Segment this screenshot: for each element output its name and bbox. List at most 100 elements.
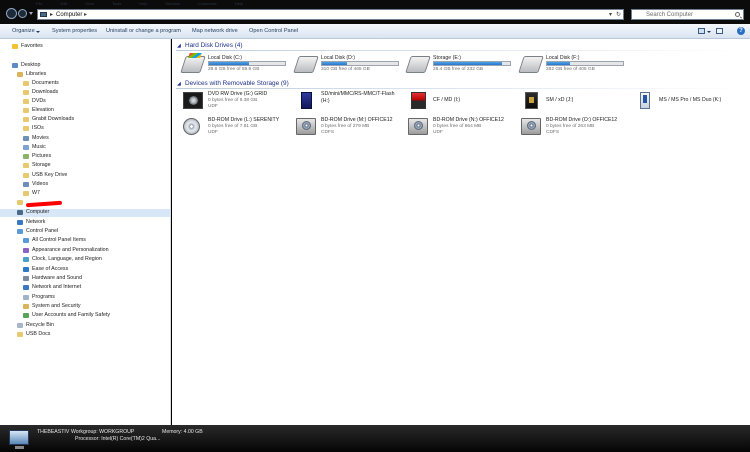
nav-computer[interactable]: Computer: [0, 209, 170, 217]
pictures-icon: [23, 153, 29, 159]
organize-button[interactable]: Organize: [12, 28, 35, 34]
group-header-hdd[interactable]: ◢ Hard Disk Drives (4): [176, 41, 746, 51]
change-view-icon[interactable]: [698, 28, 705, 34]
programs-icon: [23, 294, 29, 300]
address-bar[interactable]: ▸ Computer ▸ ▾ ↻: [37, 9, 624, 20]
folder-icon: [23, 162, 29, 168]
nav-library-item[interactable]: Downloads: [23, 89, 58, 97]
preview-pane-icon[interactable]: [716, 28, 723, 34]
nav-library-item[interactable]: Pictures: [23, 153, 51, 161]
nav-library-item[interactable]: Documents: [23, 80, 59, 88]
uninstall-program-button[interactable]: Uninstall or change a program: [106, 28, 181, 34]
hard-drive-icon: [293, 56, 319, 73]
help-icon[interactable]: ?: [737, 27, 745, 35]
breadcrumb-computer[interactable]: Computer: [56, 12, 82, 18]
collapse-icon[interactable]: ◢: [177, 43, 181, 49]
removable-drive-tile[interactable]: BD-ROM Drive (O:) OFFICE12 0 bytes free …: [514, 115, 627, 139]
view-dropdown-icon[interactable]: [707, 31, 711, 33]
removable-drive-tile[interactable]: BD-ROM Drive (N:) OFFICE12 0 bytes free …: [401, 115, 514, 139]
collapse-icon[interactable]: ◢: [177, 81, 181, 87]
nav-library-item[interactable]: USB Key Drive: [23, 172, 67, 180]
nav-cp-item[interactable]: Programs: [23, 294, 55, 302]
refresh-icon[interactable]: ↻: [616, 11, 621, 18]
ghost-menu-item: Window: [165, 1, 180, 6]
nav-library-item[interactable]: Elevation: [23, 107, 54, 115]
libraries-icon: [17, 71, 23, 77]
computer-name: THEBEASTIV: [37, 429, 70, 435]
ghost-menu-bar: File Edit View Tools Help Window Customi…: [36, 0, 243, 6]
drive-name: DVD RW Drive (G:) GRID: [208, 91, 268, 97]
nav-desktop[interactable]: Desktop: [12, 62, 40, 70]
desktop-icon: [12, 62, 18, 68]
usage-fill: [434, 62, 502, 65]
nav-library-item[interactable]: Grabit Downloads: [23, 116, 74, 124]
removable-drive-tile[interactable]: BD-ROM Drive (L:) SERENITY 0 bytes free …: [176, 115, 289, 139]
nav-libraries[interactable]: Libraries: [17, 71, 46, 79]
group-divider: [176, 50, 746, 51]
ghost-menu-item: Help: [234, 1, 243, 6]
nav-library-item[interactable]: Music: [23, 144, 46, 152]
nav-library-item[interactable]: Movies: [23, 135, 49, 143]
drive-name: BD-ROM Drive (L:) SERENITY: [208, 117, 280, 123]
removable-drive-tile[interactable]: SD/mini/MMC/RS-MMC/T-Flash (H:): [289, 89, 402, 113]
drive-filesystem: UDF: [433, 130, 443, 135]
address-dropdown-icon[interactable]: ▾: [609, 11, 612, 18]
drive-tile[interactable]: Local Disk (C:) 28.6 GB free of 59.9 GB: [176, 53, 289, 77]
nav-cp-item[interactable]: System and Security: [23, 303, 81, 311]
usage-fill: [547, 62, 570, 65]
nav-library-item[interactable]: DVDs: [23, 98, 46, 106]
removable-drive-tile[interactable]: DVD RW Drive (G:) GRID 0 bytes free of 6…: [176, 89, 289, 113]
nav-usb-docs[interactable]: USB Docs: [17, 331, 50, 339]
nav-library-item[interactable]: ISOs: [23, 125, 44, 133]
nav-cp-item[interactable]: Hardware and Sound: [23, 275, 82, 283]
drive-tile[interactable]: Local Disk (D:) 310 GB free of 465 GB: [289, 53, 402, 77]
nav-cp-item[interactable]: Network and Internet: [23, 284, 81, 292]
drive-free-space: 0 bytes free of 664 MB: [433, 124, 482, 129]
folder-icon: [23, 125, 29, 131]
system-properties-button[interactable]: System properties: [52, 28, 97, 34]
dvd-drive-icon: [183, 92, 203, 109]
search-placeholder[interactable]: Search Computer: [646, 12, 693, 18]
search-box[interactable]: Search Computer: [631, 9, 744, 20]
nav-control-panel[interactable]: Control Panel: [17, 228, 58, 236]
folder-icon: [17, 331, 23, 337]
hard-drive-icon: [405, 56, 431, 73]
nav-cp-item[interactable]: Clock, Language, and Region: [23, 256, 102, 264]
removable-drive-tile[interactable]: CF / MD (I:): [401, 89, 514, 113]
back-button[interactable]: [6, 8, 17, 19]
ghost-menu-item: Tools: [111, 1, 122, 6]
drive-free-space: 0 bytes free of 6.38 GB: [208, 98, 258, 103]
search-icon[interactable]: [735, 12, 740, 17]
nav-recycle-bin[interactable]: Recycle Bin: [17, 322, 54, 330]
chevron-right-icon[interactable]: ▸: [84, 11, 87, 18]
group-title: Hard Disk Drives (4): [185, 42, 243, 49]
nav-user-folder[interactable]: [17, 200, 26, 208]
group-header-removable[interactable]: ◢ Devices with Removable Storage (9): [176, 79, 746, 89]
folder-icon: [23, 172, 29, 178]
nav-cp-item[interactable]: All Control Panel Items: [23, 237, 86, 245]
nav-library-item[interactable]: Videos: [23, 181, 48, 189]
drive-name: CF / MD (I:): [433, 97, 461, 103]
nav-cp-item[interactable]: Appearance and Personalization: [23, 247, 109, 255]
ghost-menu-item: View: [85, 1, 94, 6]
nav-favorites[interactable]: Favorites: [12, 43, 43, 51]
bd-disc-icon: [183, 118, 200, 135]
recent-pages-dropdown-icon[interactable]: [29, 12, 33, 15]
chevron-right-icon[interactable]: ▸: [50, 11, 53, 18]
drive-tile[interactable]: Local Disk (F:) 282 GB free of 405 GB: [514, 53, 627, 77]
removable-drive-tile[interactable]: MS / MS Pro / MS Duo (K:): [627, 89, 740, 113]
removable-drive-tile[interactable]: BD-ROM Drive (M:) OFFICE12 0 bytes free …: [289, 115, 402, 139]
removable-drive-tile[interactable]: SM / xD (J:): [514, 89, 627, 113]
nav-cp-item[interactable]: Ease of Access: [23, 266, 68, 274]
map-network-drive-button[interactable]: Map network drive: [192, 28, 238, 34]
forward-button[interactable]: [18, 9, 27, 18]
ghost-menu-item: Customize: [197, 1, 217, 6]
nav-library-item[interactable]: W7: [23, 190, 40, 198]
organize-dropdown-icon[interactable]: [36, 31, 40, 33]
drive-tile[interactable]: Storage (E:) 26.4 GB free of 232 GB: [401, 53, 514, 77]
open-control-panel-button[interactable]: Open Control Panel: [249, 28, 298, 34]
nav-network[interactable]: Network: [17, 219, 45, 227]
nav-library-item[interactable]: Storage: [23, 162, 51, 170]
drive-filesystem: CDFS: [546, 130, 560, 135]
nav-cp-item[interactable]: User Accounts and Family Safety: [23, 312, 110, 320]
